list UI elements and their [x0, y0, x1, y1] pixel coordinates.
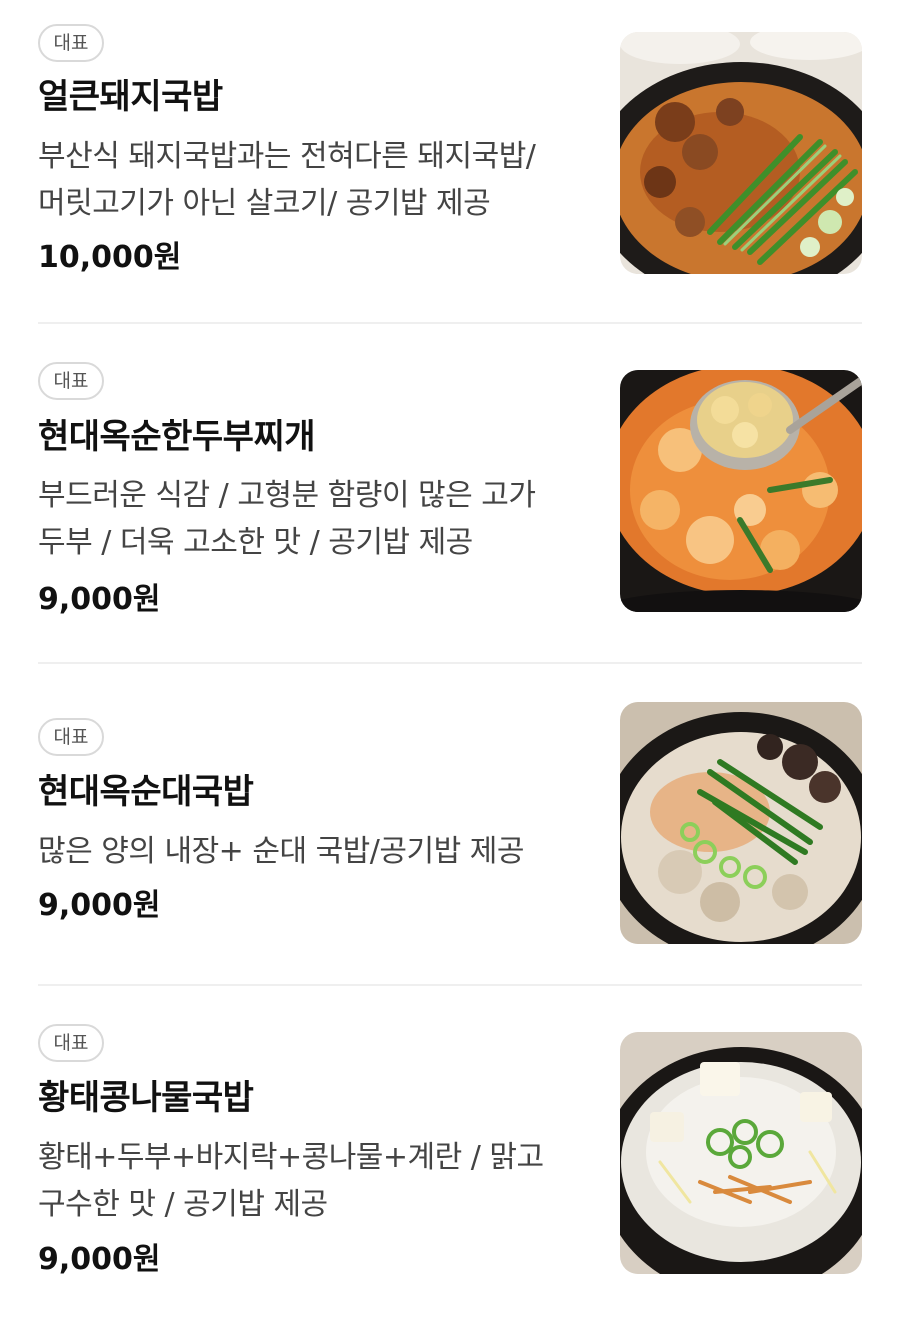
menu-price: 9,000원	[38, 582, 161, 617]
menu-name: 현대옥순한두부찌개	[38, 417, 316, 457]
menu-description: 부산식 돼지국밥과는 전혀다른 돼지국밥/ 머릿고기가 아닌 살코기/ 공기밥 …	[38, 133, 598, 227]
menu-image[interactable]	[620, 1032, 862, 1274]
menu-image[interactable]	[620, 32, 862, 274]
menu-item[interactable]: 대표 현대옥순대국밥 많은 양의 내장+ 순대 국밥/공기밥 제공 9,000원	[38, 664, 862, 984]
signature-badge: 대표	[38, 24, 104, 62]
menu-description-line: 부드러운 식감 / 고형분 함량이 많은 고가	[38, 478, 536, 513]
tofu-stew-illustration	[620, 370, 862, 612]
menu-description: 많은 양의 내장+ 순대 국밥/공기밥 제공	[38, 828, 598, 875]
menu-name: 현대옥순대국밥	[38, 772, 254, 812]
signature-badge: 대표	[38, 1024, 104, 1062]
menu-name: 얼큰돼지국밥	[38, 77, 223, 117]
menu-description-line: 구수한 맛 / 공기밥 제공	[38, 1187, 328, 1222]
menu-image[interactable]	[620, 702, 862, 944]
menu-description-line: 두부 / 더욱 고소한 맛 / 공기밥 제공	[38, 525, 473, 560]
menu-description: 부드러운 식감 / 고형분 함량이 많은 고가 두부 / 더욱 고소한 맛 / …	[38, 472, 598, 566]
menu-list: 대표 얼큰돼지국밥 부산식 돼지국밥과는 전혀다른 돼지국밥/ 머릿고기가 아닌…	[0, 0, 900, 1328]
signature-badge: 대표	[38, 362, 104, 400]
menu-price: 10,000원	[38, 240, 182, 275]
menu-name: 황태콩나물국밥	[38, 1078, 254, 1118]
menu-description-line: 많은 양의 내장+ 순대 국밥/공기밥 제공	[38, 834, 524, 869]
menu-item[interactable]: 대표 황태콩나물국밥 황태+두부+바지락+콩나물+계란 / 맑고 구수한 맛 /…	[38, 986, 862, 1328]
menu-description-line: 부산식 돼지국밥과는 전혀다른 돼지국밥/	[38, 139, 536, 174]
signature-badge: 대표	[38, 718, 104, 756]
menu-item[interactable]: 대표 현대옥순한두부찌개 부드러운 식감 / 고형분 함량이 많은 고가 두부 …	[38, 324, 862, 662]
pork-gukbap-illustration	[620, 32, 862, 274]
menu-price: 9,000원	[38, 1242, 161, 1277]
pollock-gukbap-illustration	[620, 1032, 862, 1274]
sundae-gukbap-illustration	[620, 702, 862, 944]
menu-item[interactable]: 대표 얼큰돼지국밥 부산식 돼지국밥과는 전혀다른 돼지국밥/ 머릿고기가 아닌…	[38, 0, 862, 322]
menu-description-line: 머릿고기가 아닌 살코기/ 공기밥 제공	[38, 186, 491, 221]
menu-image[interactable]	[620, 370, 862, 612]
menu-price: 9,000원	[38, 888, 161, 923]
menu-description: 황태+두부+바지락+콩나물+계란 / 맑고 구수한 맛 / 공기밥 제공	[38, 1134, 598, 1228]
menu-description-line: 황태+두부+바지락+콩나물+계란 / 맑고	[38, 1140, 544, 1175]
